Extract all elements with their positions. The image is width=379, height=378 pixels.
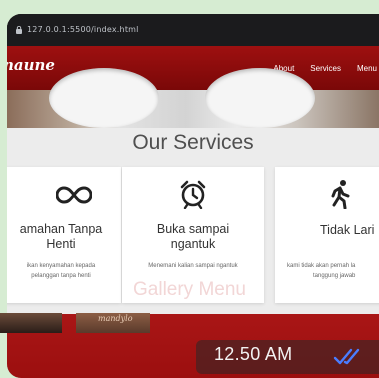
nav-link-menu[interactable]: Menu bbox=[357, 64, 377, 73]
hero-plate bbox=[49, 68, 159, 128]
page-info-icon[interactable] bbox=[15, 26, 23, 34]
browser-window: 127.0.0.1:5500/index.html naune About Se… bbox=[7, 14, 379, 378]
service-title-line: Buka sampai bbox=[156, 222, 230, 236]
message-time: 12.50 AM bbox=[214, 344, 293, 364]
address-bar[interactable]: 127.0.0.1:5500/index.html bbox=[7, 14, 379, 46]
double-check-icon bbox=[333, 348, 360, 365]
web-page: naune About Services Menu Our Services a… bbox=[7, 46, 379, 378]
service-desc-line: kami tidak akan pernah la bbox=[287, 263, 356, 269]
service-title-line: Henti bbox=[46, 237, 76, 251]
nav-link-services[interactable]: Services bbox=[310, 64, 341, 73]
hero-plate bbox=[205, 68, 315, 128]
infinity-icon bbox=[56, 186, 93, 204]
service-desc-line: Menemani kalian sampai ngantuk bbox=[148, 263, 238, 269]
site-brand[interactable]: naune bbox=[7, 56, 55, 74]
service-title-line: Tidak Lari bbox=[320, 223, 375, 237]
hero-image bbox=[7, 68, 379, 128]
service-title-line: amahan Tanpa bbox=[19, 222, 103, 236]
service-title-line: ngantuk bbox=[170, 237, 216, 251]
url-text[interactable]: 127.0.0.1:5500/index.html bbox=[27, 25, 139, 34]
alarm-clock-icon bbox=[180, 180, 206, 209]
gallery-image-caption: mandylo bbox=[98, 314, 133, 323]
running-person-icon bbox=[331, 180, 350, 209]
gallery-title: Gallery Menu bbox=[133, 279, 246, 300]
services-title: Our Services bbox=[132, 131, 254, 154]
gallery-image[interactable] bbox=[0, 313, 62, 333]
service-desc-line: ikan kenyamahan kepada bbox=[26, 263, 96, 269]
